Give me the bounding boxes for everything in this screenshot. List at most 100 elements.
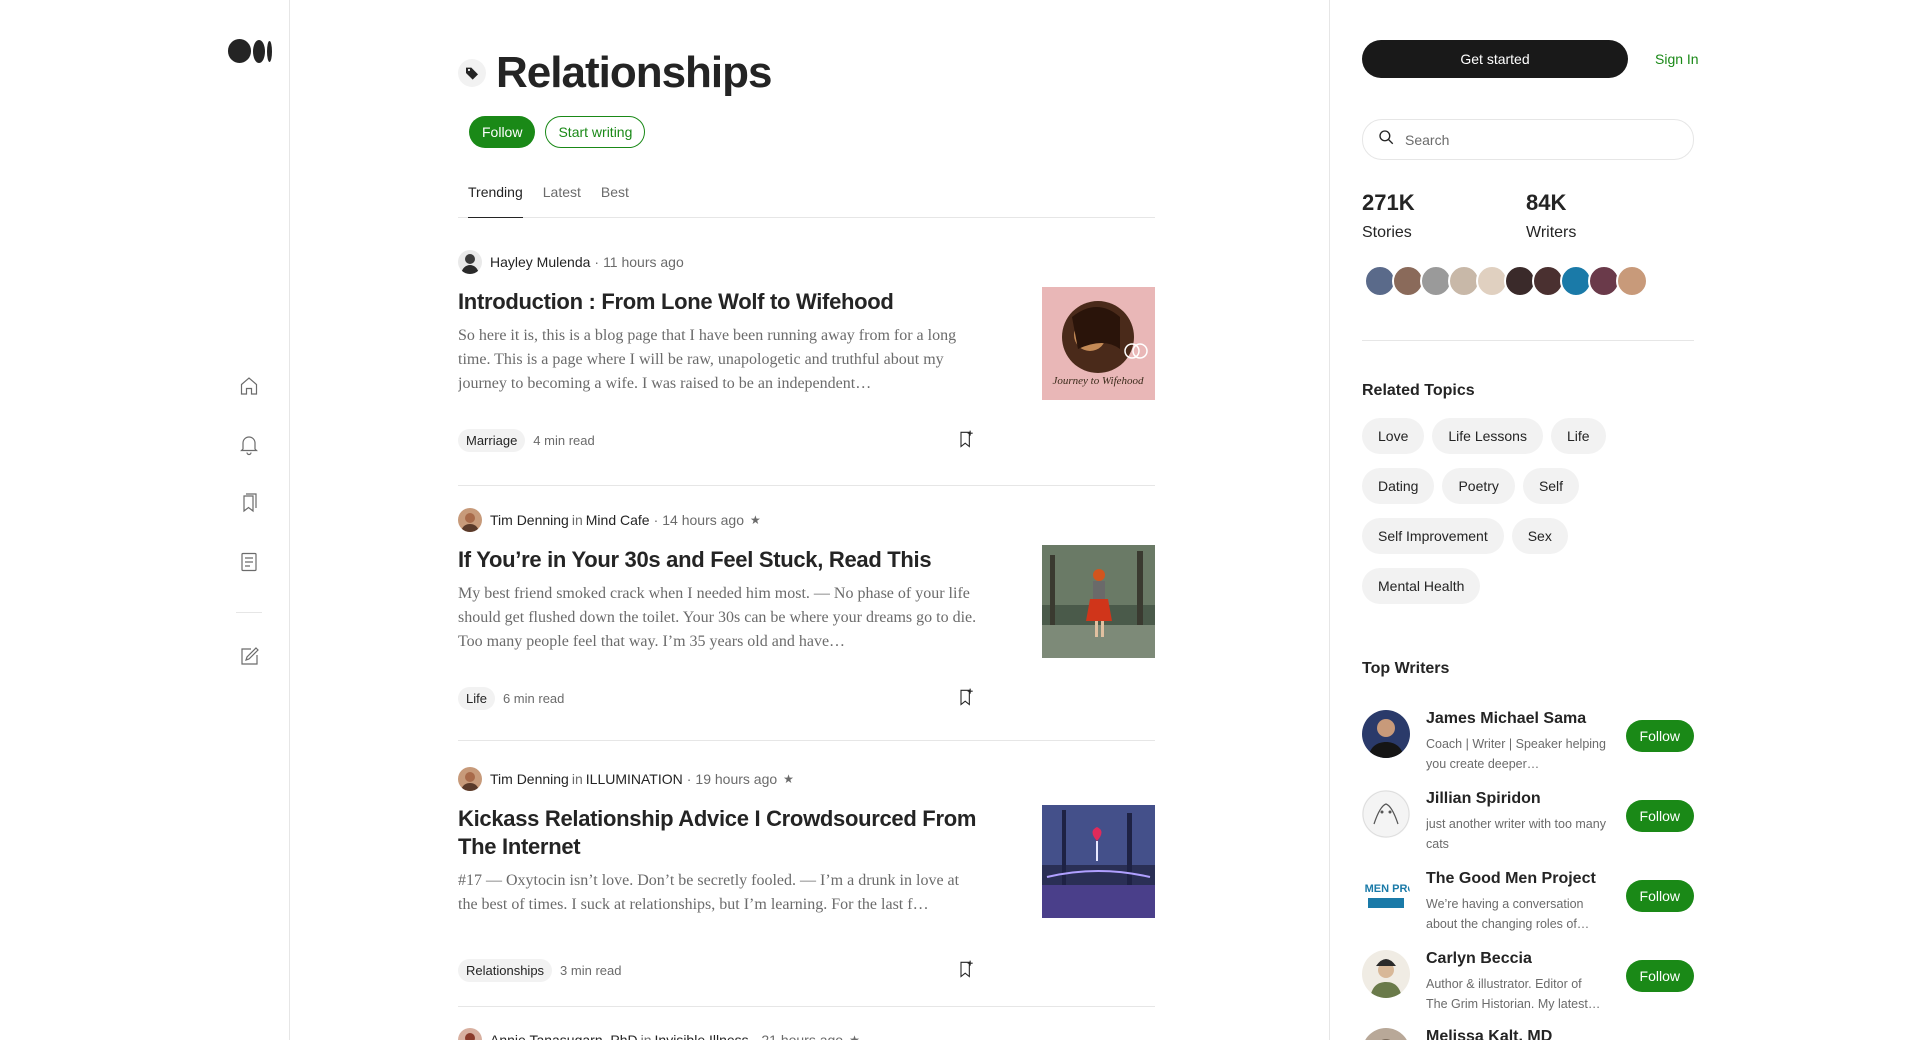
article-time: 14 hours ago: [662, 512, 744, 528]
meta-separator: ·: [594, 254, 600, 270]
topic-chip[interactable]: Life Lessons: [1432, 418, 1543, 454]
left-rail: [0, 0, 290, 1040]
writer-avatar[interactable]: [1362, 710, 1410, 758]
writer-name[interactable]: James Michael Sama: [1426, 710, 1586, 728]
article-excerpt[interactable]: #17 — Oxytocin isn’t love. Don’t be secr…: [458, 869, 978, 917]
top-writer: GOOD MEN PROJECT The Good Men Project We…: [1362, 870, 1694, 934]
sign-in-link[interactable]: Sign In: [1655, 51, 1699, 67]
writer-name[interactable]: Carlyn Beccia: [1426, 950, 1532, 968]
topic-chip[interactable]: Self: [1522, 468, 1580, 504]
follow-writer-button[interactable]: Follow: [1625, 720, 1694, 752]
topic-actions: Follow Start writing: [469, 116, 646, 148]
search-bar: [1362, 119, 1694, 160]
article-card: Tim Denning in Mind Cafe · 14 hours ago …: [458, 508, 1155, 741]
topic-chip[interactable]: Self Improvement: [1362, 518, 1504, 554]
bookmarks-icon[interactable]: [236, 490, 262, 516]
article-thumbnail[interactable]: [1042, 805, 1155, 918]
writer-name[interactable]: Jillian Spiridon: [1426, 790, 1541, 808]
topic-chip[interactable]: Dating: [1362, 468, 1435, 504]
in-label: in: [571, 512, 583, 528]
top-writer: Melissa Kalt, MD: [1362, 1028, 1694, 1040]
writer-name[interactable]: Melissa Kalt, MD: [1426, 1028, 1552, 1040]
article-thumbnail[interactable]: Journey to Wifehood: [1042, 287, 1155, 400]
stories-count: 271K: [1362, 190, 1415, 215]
tab-best[interactable]: Best: [591, 180, 639, 218]
article-meta: Tim Denning in ILLUMINATION · 19 hours a…: [458, 767, 794, 791]
writer-avatar[interactable]: [1362, 950, 1410, 998]
home-icon[interactable]: [236, 373, 262, 399]
author-avatar[interactable]: [458, 767, 482, 791]
related-topics-heading: Related Topics: [1362, 382, 1475, 399]
write-icon[interactable]: [236, 644, 262, 670]
article-meta: Annie Tanasugarn, PhD in Invisible Illne…: [458, 1028, 860, 1040]
thumbnail-caption: Journey to Wifehood: [1052, 375, 1144, 387]
meta-separator: ·: [653, 512, 659, 528]
author-name[interactable]: Annie Tanasugarn, PhD: [490, 1032, 638, 1040]
writer-avatar[interactable]: [1362, 790, 1410, 838]
follow-writer-button[interactable]: Follow: [1625, 960, 1694, 992]
author-avatar[interactable]: [458, 250, 482, 274]
article-tag[interactable]: Relationships: [458, 958, 553, 982]
article-meta: Tim Denning in Mind Cafe · 14 hours ago …: [458, 508, 761, 532]
meta-separator: ·: [752, 1032, 758, 1040]
follow-writer-button[interactable]: Follow: [1625, 880, 1694, 912]
bookmark-icon[interactable]: [954, 957, 978, 981]
writers-count: 84K: [1526, 190, 1567, 215]
author-name[interactable]: Hayley Mulenda: [490, 254, 590, 270]
topic-chip[interactable]: Life: [1550, 418, 1606, 454]
author-avatar[interactable]: [458, 508, 482, 532]
avatar[interactable]: [1616, 265, 1648, 297]
start-writing-button[interactable]: Start writing: [545, 116, 646, 148]
article-tag[interactable]: Marriage: [458, 428, 526, 452]
writer-bio: just another writer with too many cats: [1426, 817, 1606, 851]
bookmark-icon[interactable]: [954, 685, 978, 709]
writer-name[interactable]: The Good Men Project: [1426, 870, 1596, 888]
medium-logo[interactable]: [228, 38, 272, 64]
top-writers-heading: Top Writers: [1362, 660, 1450, 677]
meta-separator: ·: [686, 771, 692, 787]
author-name[interactable]: Tim Denning: [490, 512, 569, 528]
get-started-button[interactable]: Get started: [1362, 40, 1628, 78]
follow-writer-button[interactable]: Follow: [1625, 800, 1694, 832]
article-title[interactable]: If You’re in Your 30s and Feel Stuck, Re…: [458, 546, 988, 574]
topic-header: Relationships: [458, 48, 772, 98]
writer-avatar[interactable]: [1362, 1028, 1410, 1040]
article-excerpt[interactable]: My best friend smoked crack when I neede…: [458, 582, 978, 654]
article-footer: Relationships 3 min read: [458, 957, 978, 983]
article-time: 19 hours ago: [695, 771, 778, 787]
topic-chip[interactable]: Love: [1362, 418, 1425, 454]
author-name[interactable]: Tim Denning: [490, 771, 569, 787]
article-tag[interactable]: Life: [458, 686, 495, 710]
writer-avatar[interactable]: GOOD MEN PROJECT: [1362, 870, 1410, 918]
topic-chip[interactable]: Mental Health: [1362, 568, 1481, 604]
rail-divider: [236, 612, 262, 613]
search-input[interactable]: [1405, 131, 1675, 148]
page-title: Relationships: [496, 48, 772, 97]
bookmark-icon[interactable]: [954, 427, 978, 451]
publication-name[interactable]: Mind Cafe: [586, 512, 650, 528]
author-avatar[interactable]: [458, 1028, 482, 1040]
article-card: Tim Denning in ILLUMINATION · 19 hours a…: [458, 767, 1155, 1007]
member-star-icon: ★: [749, 513, 761, 527]
right-sidebar: Get started Sign In 271K Stories 84K Wri…: [1329, 0, 1920, 1040]
topic-chip[interactable]: Sex: [1511, 518, 1568, 554]
article-time: 11 hours ago: [603, 254, 684, 270]
article-title[interactable]: Kickass Relationship Advice I Crowdsourc…: [458, 805, 988, 861]
tab-latest[interactable]: Latest: [533, 180, 591, 218]
article-time: 21 hours ago: [761, 1032, 844, 1040]
article-title[interactable]: Introduction : From Lone Wolf to Wifehoo…: [458, 288, 988, 316]
bell-icon[interactable]: [236, 431, 262, 457]
member-star-icon: ★: [783, 772, 794, 786]
topic-chip[interactable]: Poetry: [1442, 468, 1515, 504]
article-excerpt[interactable]: So here it is, this is a blog page that …: [458, 324, 978, 396]
logo-text: GOOD MEN PROJECT: [1362, 883, 1410, 895]
follow-topic-button[interactable]: Follow: [469, 116, 536, 148]
publication-name[interactable]: ILLUMINATION: [586, 771, 683, 787]
top-writer: James Michael Sama Coach | Writer | Spea…: [1362, 710, 1694, 774]
article-thumbnail[interactable]: [1042, 545, 1155, 658]
in-label: in: [640, 1032, 652, 1040]
tag-icon: [458, 59, 486, 87]
stories-icon[interactable]: [236, 549, 262, 575]
publication-name[interactable]: Invisible Illness: [655, 1032, 749, 1040]
tab-trending[interactable]: Trending: [468, 180, 523, 218]
